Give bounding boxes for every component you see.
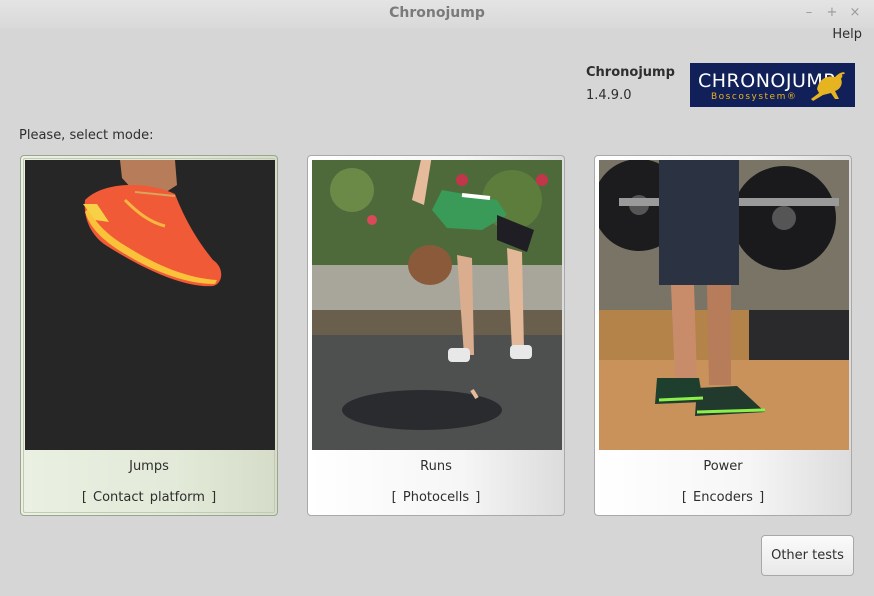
kangaroo-icon [811, 72, 845, 101]
logo-subtext: Boscosystem® [711, 92, 798, 102]
mode-card-jumps[interactable]: Jumps [ Contact platform ] [20, 155, 278, 516]
close-button[interactable]: × [848, 6, 862, 20]
maximize-button[interactable]: + [825, 6, 839, 20]
window-title: Chronojump [389, 5, 485, 21]
mode-subtitle: [ Contact platform ] [81, 490, 217, 505]
mode-subtitle: [ Photocells ] [391, 490, 481, 505]
select-mode-label: Please, select mode: [19, 128, 154, 143]
minimize-button[interactable]: – [802, 6, 816, 20]
mode-title: Runs [420, 459, 452, 474]
shoe-photo [25, 160, 275, 450]
app-version: 1.4.9.0 [586, 88, 632, 103]
mode-card-power[interactable]: Power [ Encoders ] [594, 155, 852, 516]
help-menu[interactable]: Help [832, 27, 862, 42]
chronojump-logo: CHRONOJUMP Boscosystem® [690, 63, 855, 107]
sprinter-photo [312, 160, 562, 450]
barbell-photo [599, 160, 849, 450]
mode-subtitle: [ Encoders ] [681, 490, 765, 505]
app-name: Chronojump [586, 65, 675, 80]
mode-title: Jumps [129, 459, 169, 474]
mode-card-runs[interactable]: Runs [ Photocells ] [307, 155, 565, 516]
window-titlebar[interactable]: Chronojump – + × [0, 0, 874, 28]
mode-title: Power [703, 459, 743, 474]
other-tests-button[interactable]: Other tests [761, 535, 854, 576]
